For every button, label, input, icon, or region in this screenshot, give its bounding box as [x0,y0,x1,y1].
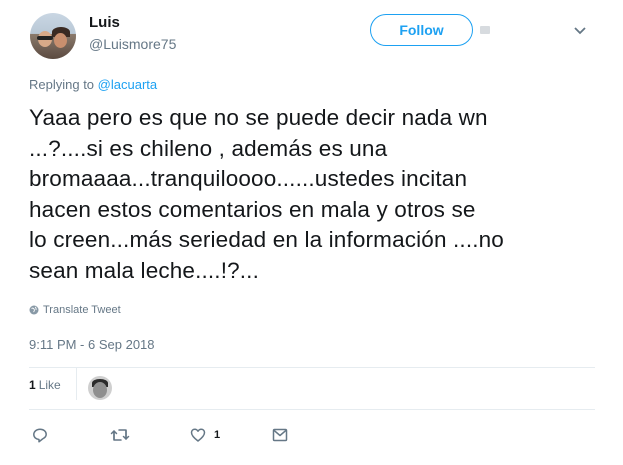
like-button[interactable]: 1 [190,427,220,443]
avatar-face [93,382,107,398]
liker-avatar[interactable] [88,376,112,400]
follow-button[interactable]: Follow [370,14,473,46]
notice-icon [480,26,490,34]
like-stats[interactable]: 1 Like [29,378,61,392]
direct-message-button[interactable] [272,427,288,443]
globe-icon [29,305,39,315]
retweet-button[interactable] [110,427,130,443]
reply-icon [33,428,47,443]
username[interactable]: @Luismore75 [89,36,176,52]
stats-separator [76,368,77,400]
like-count: 1 [214,429,221,441]
retweet-icon [110,429,130,441]
avatar-face [54,33,67,48]
avatar-glasses [37,36,53,40]
chevron-down-icon[interactable] [574,26,586,36]
divider [29,409,595,410]
translate-tweet[interactable]: Translate Tweet [29,304,121,316]
translate-label[interactable]: Translate Tweet [43,304,121,316]
divider [29,367,595,368]
tweet-text: Yaaa pero es que no se puede decir nada … [29,105,504,283]
reply-context: Replying to @lacuarta [29,77,157,92]
user-avatar[interactable] [30,13,76,59]
display-name[interactable]: Luis [89,14,120,31]
reply-button[interactable] [32,427,48,443]
envelope-icon [272,428,288,442]
likes-label: Like [38,378,61,392]
reply-handle-link[interactable]: @lacuarta [98,77,157,92]
likes-count: 1 [29,378,36,392]
heart-icon [190,428,206,442]
tweet-timestamp[interactable]: 9:11 PM - 6 Sep 2018 [29,337,155,352]
reply-context-prefix: Replying to [29,77,95,92]
